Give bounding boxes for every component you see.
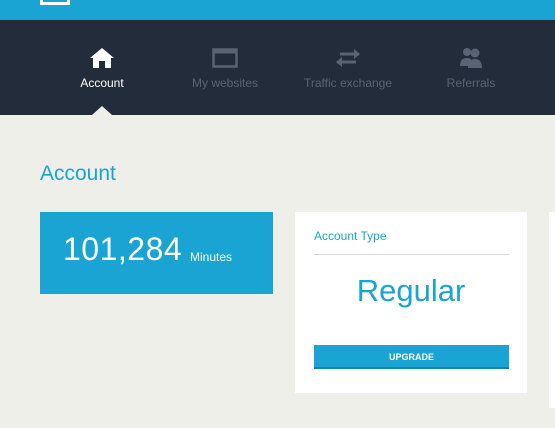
- partial-card: [549, 212, 555, 408]
- nav-label-account: Account: [80, 76, 124, 90]
- nav-item-my-websites[interactable]: My websites: [163, 20, 287, 115]
- nav-item-referrals[interactable]: Referrals: [409, 20, 533, 115]
- nav-label-referrals: Referrals: [446, 76, 496, 90]
- account-type-value: Regular: [356, 273, 466, 308]
- logo[interactable]: [40, 0, 70, 5]
- divider: [314, 254, 509, 255]
- account-type-heading: Account Type: [314, 229, 387, 243]
- top-bar: [0, 0, 555, 20]
- nav-item-account[interactable]: Account: [40, 20, 164, 115]
- main-nav: Account My websites Traffic exchange Ref…: [0, 20, 555, 115]
- minutes-unit: Minutes: [190, 250, 233, 264]
- exchange-arrows-icon: [336, 49, 360, 67]
- page-title: Account: [40, 162, 116, 185]
- users-icon: [460, 48, 482, 68]
- account-type-card: Account Type Regular UPGRADE: [295, 212, 527, 393]
- nav-item-traffic-exchange[interactable]: Traffic exchange: [286, 20, 410, 115]
- upgrade-button[interactable]: UPGRADE: [314, 345, 509, 369]
- browser-window-icon: [212, 48, 238, 68]
- nav-label-traffic-exchange: Traffic exchange: [303, 76, 393, 90]
- home-icon: [90, 48, 114, 68]
- nav-label-my-websites: My websites: [191, 76, 259, 90]
- minutes-value: 101,284: [63, 231, 183, 267]
- minutes-card: 101,284 Minutes: [40, 212, 273, 294]
